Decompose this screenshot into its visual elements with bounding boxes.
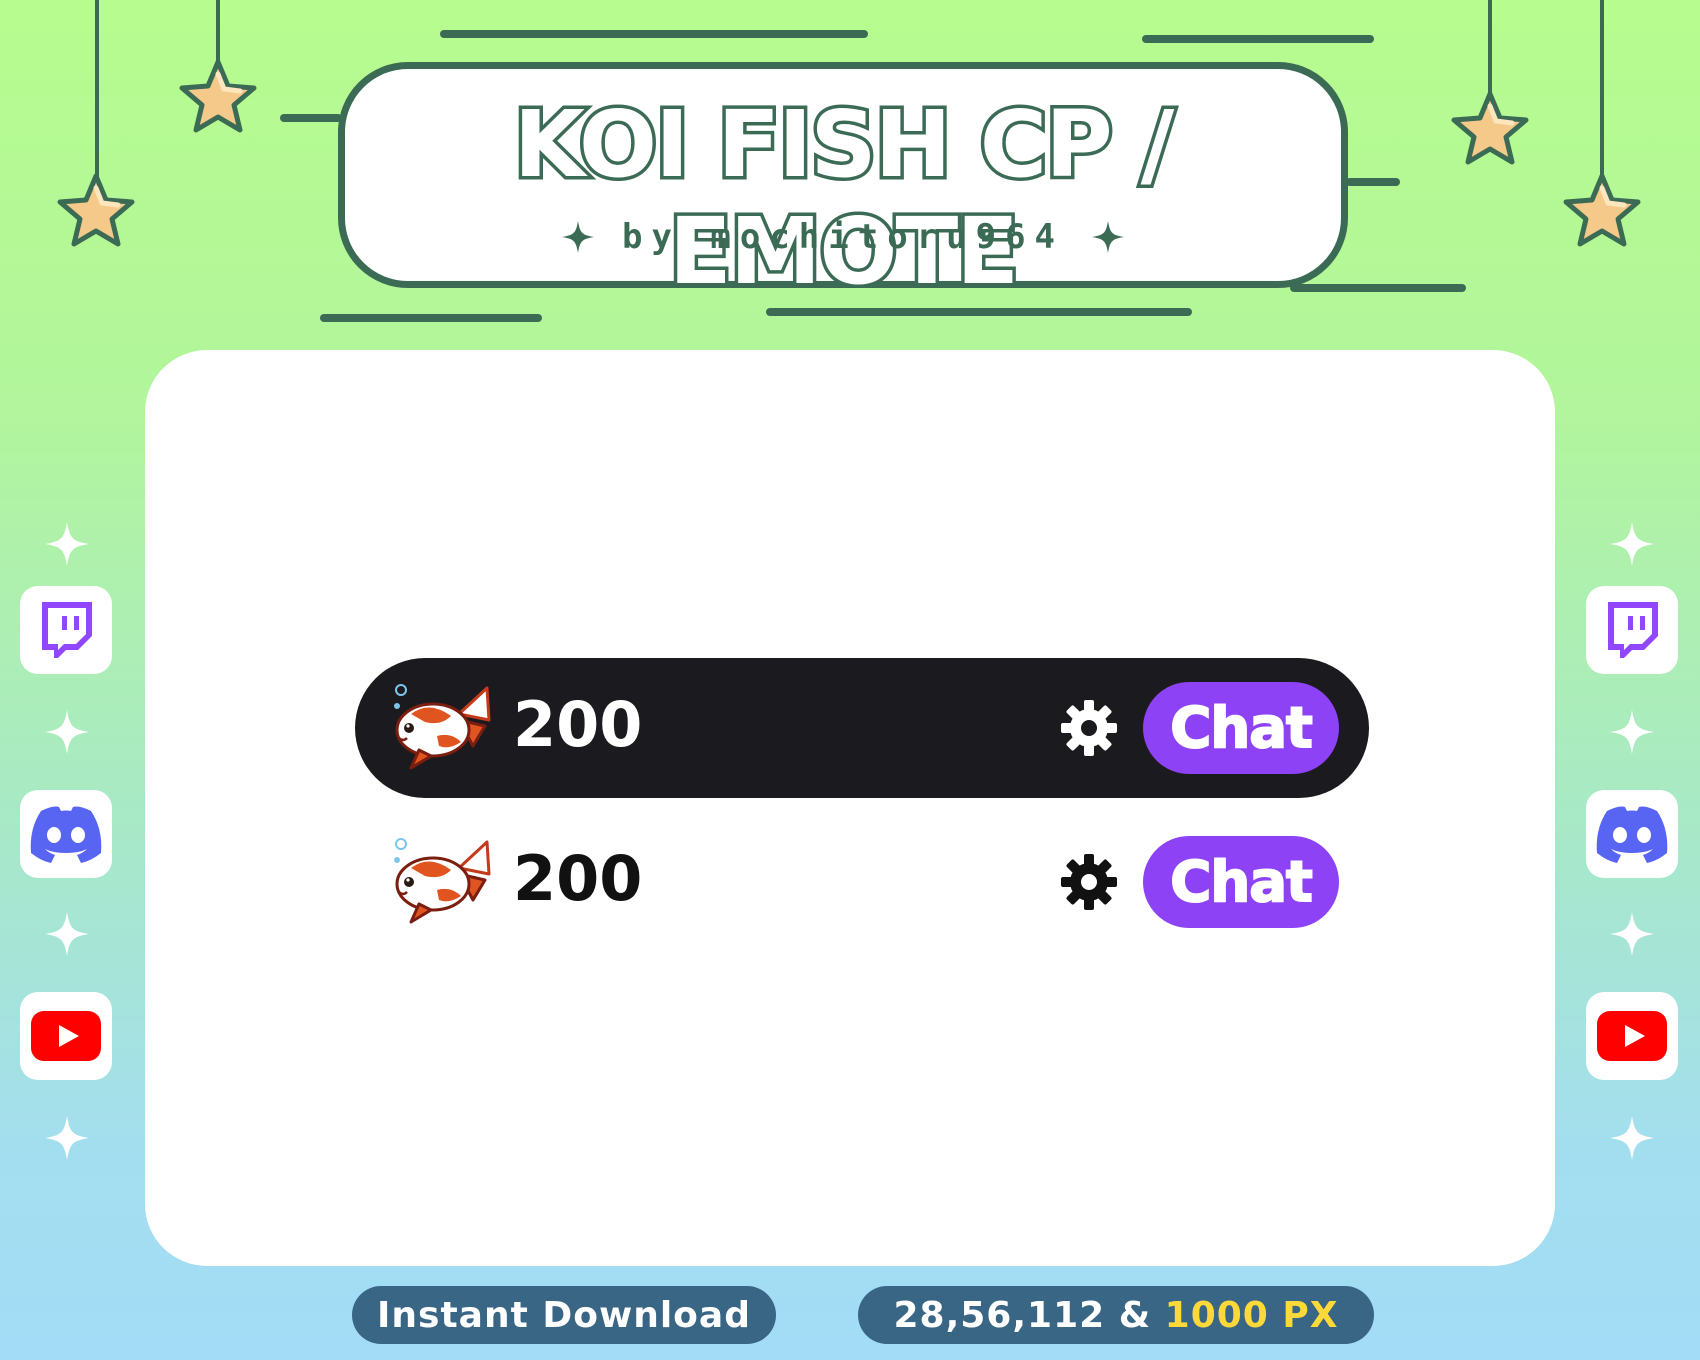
sparkle-icon	[1610, 522, 1654, 566]
gear-icon[interactable]	[1061, 700, 1117, 756]
koi-fish-icon	[394, 684, 491, 770]
deco-line	[766, 308, 1192, 316]
download-label: Instant Download	[377, 1294, 751, 1336]
discord-link[interactable]	[1586, 790, 1678, 878]
chat-button[interactable]: Chat	[1143, 682, 1339, 774]
discord-icon	[30, 806, 102, 863]
star-string	[95, 0, 99, 178]
sparkle-icon	[45, 1116, 89, 1160]
deco-line	[280, 114, 342, 122]
sizes-badge: 28,56,112 & 1000 PX	[858, 1286, 1374, 1344]
star-string	[216, 0, 220, 64]
sparkle-icon	[1610, 710, 1654, 754]
deco-line	[1346, 178, 1400, 186]
twitch-link[interactable]	[20, 586, 112, 674]
sizes-label: 28,56,112 &	[893, 1294, 1152, 1336]
deco-line	[1142, 35, 1374, 43]
channel-points-bar-light: 200 Chat	[355, 812, 1369, 952]
gear-icon[interactable]	[1061, 854, 1117, 910]
sparkle-icon	[1610, 1116, 1654, 1160]
chat-button[interactable]: Chat	[1143, 836, 1339, 928]
discord-icon	[1596, 806, 1668, 863]
star-icon	[57, 173, 135, 247]
author-subtitle: by mochitoru964	[621, 217, 1065, 257]
sparkle-icon	[45, 522, 89, 566]
sparkle-icon	[45, 912, 89, 956]
star-string	[1600, 0, 1604, 178]
sparkle-icon	[561, 221, 594, 253]
page-title: KOI FISH CP / EMOTE	[510, 88, 1178, 309]
title-banner: KOI FISH CP / EMOTE by mochitoru964	[338, 62, 1348, 309]
deco-line	[440, 30, 868, 38]
youtube-link[interactable]	[1586, 992, 1678, 1080]
points-count: 200	[513, 688, 643, 761]
sparkle-icon	[1610, 912, 1654, 956]
star-icon	[1451, 91, 1529, 165]
koi-fish-icon	[394, 838, 491, 924]
youtube-icon	[31, 1011, 101, 1061]
points-count: 200	[513, 842, 643, 915]
subtitle-row: by mochitoru964	[345, 217, 1341, 257]
youtube-link[interactable]	[20, 992, 112, 1080]
twitch-icon	[42, 602, 92, 658]
deco-line	[320, 314, 542, 322]
channel-points-bar-dark: 200 Chat	[355, 658, 1369, 798]
preview-panel	[145, 350, 1555, 1266]
star-string	[1488, 0, 1492, 96]
youtube-icon	[1597, 1011, 1667, 1061]
sparkle-icon	[1092, 221, 1125, 253]
discord-link[interactable]	[20, 790, 112, 878]
sizes-highlight: 1000 PX	[1164, 1294, 1339, 1336]
twitch-icon	[1608, 602, 1658, 658]
star-icon	[1563, 173, 1641, 247]
twitch-link[interactable]	[1586, 586, 1678, 674]
sparkle-icon	[45, 710, 89, 754]
instant-download-badge: Instant Download	[352, 1286, 776, 1344]
star-icon	[179, 59, 257, 133]
